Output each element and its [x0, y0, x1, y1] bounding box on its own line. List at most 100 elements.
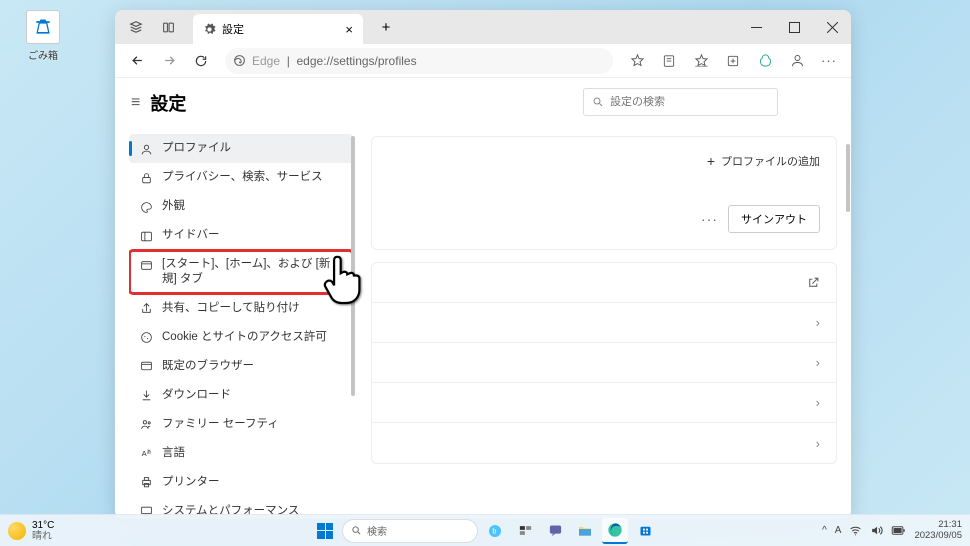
- browser-tab[interactable]: 設定 ×: [193, 14, 363, 44]
- vertical-tabs-icon[interactable]: [155, 14, 181, 40]
- search-icon: [592, 96, 604, 108]
- share-icon: [139, 302, 153, 316]
- page-title: 設定: [150, 90, 186, 116]
- cookie-icon: [139, 331, 153, 345]
- forward-button[interactable]: [155, 47, 183, 75]
- download-icon: [139, 389, 153, 403]
- favorites-bar-icon[interactable]: [687, 47, 715, 75]
- taskbar: 31°C 晴れ 検索 b ^ A 21:31 2023/09/05: [0, 514, 970, 546]
- plus-icon: +: [707, 153, 715, 169]
- profile-card: + プロファイルの追加 ··· サインアウト: [371, 136, 837, 250]
- extensions-icon[interactable]: [751, 47, 779, 75]
- desktop-recycle-bin[interactable]: ごみ箱: [26, 10, 60, 62]
- search-icon: [351, 525, 362, 536]
- clock[interactable]: 21:31 2023/09/05: [914, 520, 962, 541]
- new-tab-button[interactable]: +: [373, 14, 399, 40]
- signout-button[interactable]: サインアウト: [728, 205, 820, 233]
- weather-temp: 31°C: [32, 520, 54, 531]
- family-icon: [139, 418, 153, 432]
- list-item[interactable]: [372, 263, 836, 303]
- gear-icon: [203, 23, 216, 36]
- close-button[interactable]: [813, 10, 851, 44]
- taskbar-taskview-icon[interactable]: [512, 518, 538, 544]
- nav-scrollbar[interactable]: [351, 136, 355, 396]
- list-item[interactable]: ›: [372, 423, 836, 463]
- back-button[interactable]: [123, 47, 151, 75]
- taskbar-bing-icon[interactable]: b: [482, 518, 508, 544]
- refresh-button[interactable]: [187, 47, 215, 75]
- wifi-icon[interactable]: [849, 524, 862, 537]
- maximize-button[interactable]: [775, 10, 813, 44]
- menu-icon[interactable]: ···: [815, 47, 843, 75]
- profile-icon[interactable]: [783, 47, 811, 75]
- taskbar-search[interactable]: 検索: [342, 519, 478, 543]
- minimize-button[interactable]: [737, 10, 775, 44]
- nav-profile[interactable]: プロファイル: [129, 134, 353, 163]
- taskbar-store-icon[interactable]: [632, 518, 658, 544]
- nav-privacy[interactable]: プライバシー、検索、サービス: [129, 163, 353, 192]
- printer-icon: [139, 476, 153, 490]
- svg-text:あ: あ: [146, 450, 151, 456]
- tab-icon: [139, 258, 153, 272]
- taskbar-edge-icon[interactable]: [602, 518, 628, 544]
- nav-appearance[interactable]: 外観: [129, 192, 353, 221]
- language-icon: Aあ: [139, 447, 153, 461]
- tab-title: 設定: [222, 21, 244, 37]
- tray-chevron-icon[interactable]: ^: [822, 525, 827, 536]
- edge-icon: [233, 54, 246, 67]
- content-scrollbar[interactable]: [846, 144, 850, 212]
- svg-text:b: b: [492, 526, 496, 535]
- profile-more-icon[interactable]: ···: [701, 211, 718, 227]
- addr-prefix: Edge: [252, 54, 280, 68]
- paint-icon: [139, 200, 153, 214]
- taskbar-explorer-icon[interactable]: [572, 518, 598, 544]
- lock-icon: [139, 171, 153, 185]
- chevron-right-icon: ›: [816, 315, 820, 330]
- ime-indicator[interactable]: A: [835, 525, 842, 536]
- sun-icon: [8, 522, 26, 540]
- browser-icon: [139, 360, 153, 374]
- favorite-icon[interactable]: [623, 47, 651, 75]
- search-input[interactable]: [610, 96, 769, 108]
- nav-sidebar[interactable]: サイドバー: [129, 221, 353, 250]
- hamburger-icon[interactable]: ≡: [131, 94, 140, 112]
- recycle-bin-label: ごみ箱: [28, 47, 58, 62]
- address-bar: Edge | edge://settings/profiles ···: [115, 44, 851, 78]
- nav-cookies[interactable]: Cookie とサイトのアクセス許可: [129, 323, 353, 352]
- list-item[interactable]: ›: [372, 303, 836, 343]
- recycle-bin-icon: [26, 10, 60, 44]
- settings-content: + プロファイルの追加 ··· サインアウト › › › ›: [357, 78, 851, 519]
- tab-close-icon[interactable]: ×: [345, 22, 353, 37]
- chevron-right-icon: ›: [816, 395, 820, 410]
- nav-share[interactable]: 共有、コピーして貼り付け: [129, 294, 353, 323]
- address-field[interactable]: Edge | edge://settings/profiles: [225, 48, 613, 74]
- external-link-icon: [807, 276, 820, 289]
- add-profile-button[interactable]: + プロファイルの追加: [707, 153, 820, 169]
- nav-printer[interactable]: プリンター: [129, 468, 353, 497]
- settings-search[interactable]: [583, 88, 778, 116]
- list-item[interactable]: ›: [372, 343, 836, 383]
- volume-icon[interactable]: [870, 524, 883, 537]
- nav-downloads[interactable]: ダウンロード: [129, 381, 353, 410]
- tab-actions-icon[interactable]: [123, 14, 149, 40]
- chevron-right-icon: ›: [816, 436, 820, 451]
- addr-url: edge://settings/profiles: [297, 54, 417, 68]
- profile-icon: [139, 142, 153, 156]
- nav-start-home-newtab[interactable]: [スタート]、[ホーム]、および [新規] タブ: [129, 250, 353, 294]
- browser-window: 設定 × + Edge | edge://settings/profiles ·…: [115, 10, 851, 519]
- battery-icon[interactable]: [891, 524, 906, 537]
- reading-list-icon[interactable]: [655, 47, 683, 75]
- weather-condition: 晴れ: [32, 531, 54, 542]
- sidebar-icon: [139, 229, 153, 243]
- weather-widget[interactable]: 31°C 晴れ: [8, 520, 54, 542]
- list-item[interactable]: ›: [372, 383, 836, 423]
- start-button[interactable]: [312, 518, 338, 544]
- taskbar-chat-icon[interactable]: [542, 518, 568, 544]
- chevron-right-icon: ›: [816, 355, 820, 370]
- nav-default-browser[interactable]: 既定のブラウザー: [129, 352, 353, 381]
- nav-family[interactable]: ファミリー セーフティ: [129, 410, 353, 439]
- titlebar: 設定 × +: [115, 10, 851, 44]
- settings-nav: プロファイル プライバシー、検索、サービス 外観 サイドバー [スタート]、[ホ…: [129, 134, 353, 519]
- nav-language[interactable]: Aあ言語: [129, 439, 353, 468]
- collections-icon[interactable]: [719, 47, 747, 75]
